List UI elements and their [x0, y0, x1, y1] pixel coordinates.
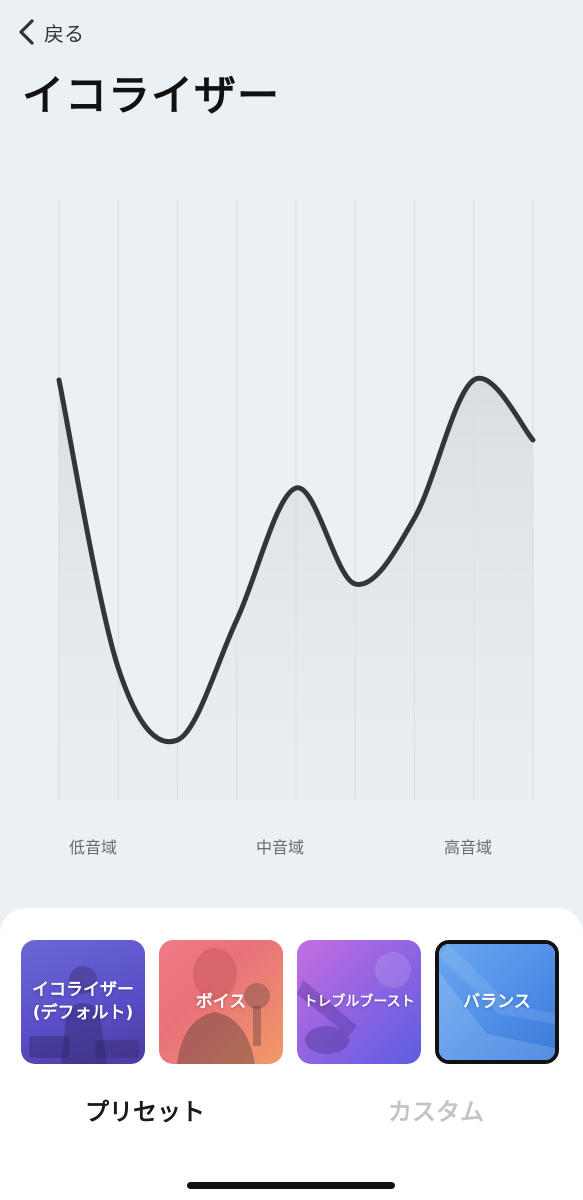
- preset-card-balance[interactable]: バランス: [435, 940, 559, 1064]
- chevron-left-icon: [19, 19, 34, 45]
- band-label-mid: 中音域: [255, 838, 304, 857]
- back-button[interactable]: 戻る: [14, 14, 84, 50]
- preset-card-treble-boost[interactable]: トレブルブースト: [297, 940, 421, 1064]
- preset-sheet: イコライザー (デフォルト) ボイス トレブルブースト バランス プリセット カ…: [0, 908, 583, 1200]
- page-title: イコライザー: [22, 71, 281, 120]
- equalizer-graph[interactable]: [0, 200, 583, 820]
- preset-label: イコライザー (デフォルト): [32, 980, 134, 1023]
- preset-label: ボイス: [195, 991, 247, 1012]
- preset-card-default[interactable]: イコライザー (デフォルト): [21, 940, 145, 1064]
- preset-card-voice[interactable]: ボイス: [159, 940, 283, 1064]
- home-indicator: [187, 1182, 395, 1189]
- band-labels: 低音域 中音域 高音域: [0, 834, 583, 858]
- band-label-low: 低音域: [68, 838, 117, 857]
- tab-custom[interactable]: カスタム: [336, 1092, 536, 1127]
- preset-label: バランス: [463, 991, 531, 1012]
- equalizer-screen: 戻る イコライザー 低音域 中音域 高音域 イコライザー (デフォルト) ボイス…: [0, 0, 583, 1200]
- tab-preset[interactable]: プリセット: [45, 1092, 245, 1127]
- band-label-high: 高音域: [443, 838, 492, 857]
- preset-label: トレブルブースト: [303, 993, 415, 1010]
- back-label: 戻る: [44, 21, 84, 46]
